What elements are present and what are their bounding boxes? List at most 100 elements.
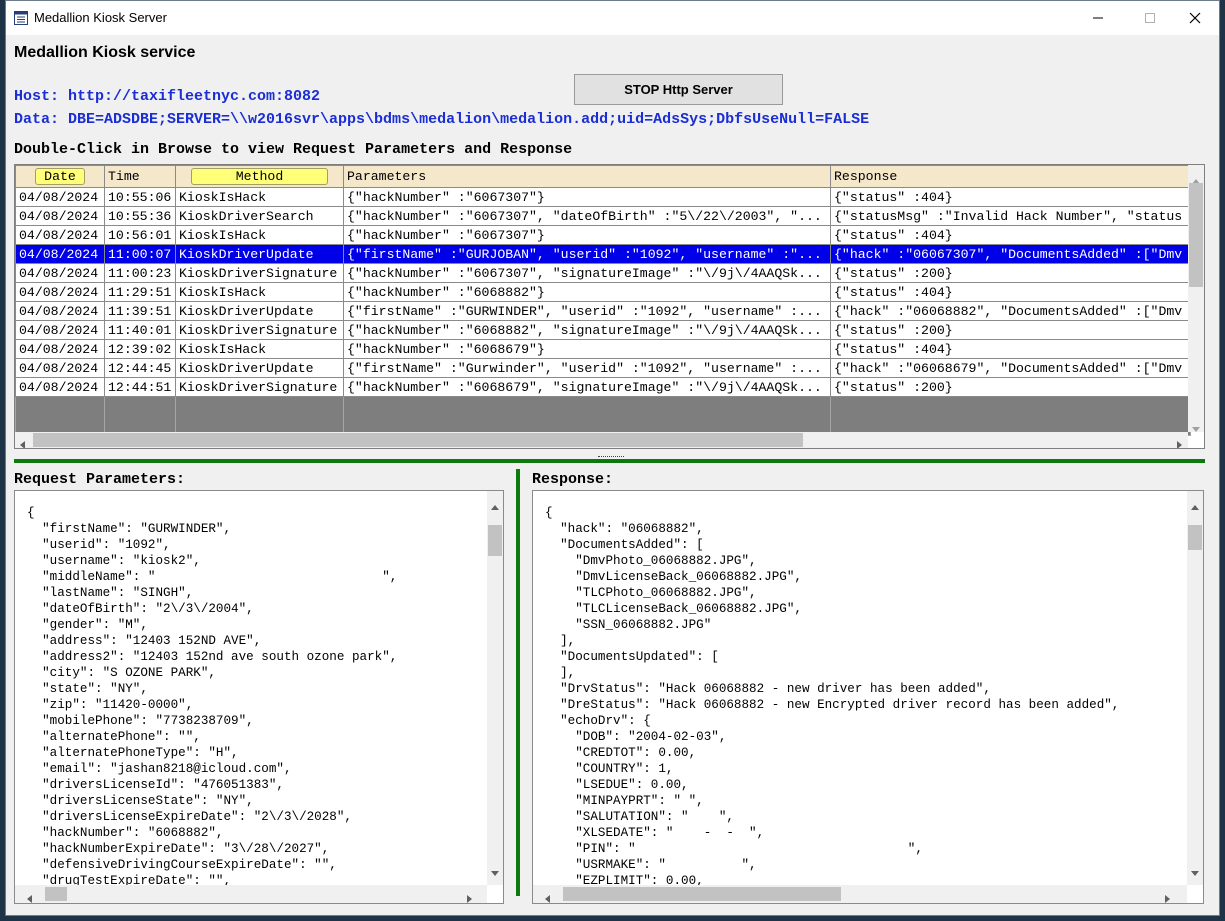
time-cell: 11:00:07 (104, 244, 176, 264)
log-row[interactable]: 04/08/2024 11:39:51 KioskDriverUpdate {"fir… (15, 301, 1191, 321)
request-horizontal-scrollbar[interactable] (15, 885, 487, 903)
log-row[interactable]: 04/08/2024 12:44:45 KioskDriverUpdate {"fir… (15, 358, 1191, 378)
method-cell: KioskIsHack (175, 187, 344, 207)
request-vertical-scrollbar[interactable] (487, 491, 503, 885)
sort-indicator: Date (35, 168, 85, 185)
title-bar[interactable]: Medallion Kiosk Server (6, 1, 1219, 35)
app-window: Medallion Kiosk Server Medallion Kiosk s… (5, 0, 1220, 916)
request-log-grid[interactable]: Date Time Method Parameters Response 04/… (14, 164, 1205, 449)
scroll-up-arrow-icon[interactable] (1191, 497, 1199, 515)
parameters-cell: {"hackNumber" :"6067307"} (343, 187, 831, 207)
time-cell: 12:44:51 (104, 377, 176, 397)
response-horizontal-scroll-thumb[interactable] (563, 887, 841, 901)
response-label: Response: (532, 471, 614, 488)
request-horizontal-scroll-thumb[interactable] (45, 887, 67, 901)
time-cell: 11:29:51 (104, 282, 176, 302)
method-cell: KioskDriverSignature (175, 263, 344, 283)
method-cell: KioskDriverUpdate (175, 358, 344, 378)
response-json-text: { "hack": "06068882", "DocumentsAdded": … (545, 506, 1120, 888)
scroll-down-arrow-icon[interactable] (491, 863, 499, 881)
request-parameters-label: Request Parameters: (14, 471, 186, 488)
date-cell: 04/08/2024 (15, 339, 105, 359)
response-cell: {"status" :404} (830, 282, 1191, 302)
date-cell: 04/08/2024 (15, 282, 105, 302)
column-header-parameters[interactable]: Parameters (343, 165, 831, 188)
vertical-splitter[interactable] (516, 469, 520, 896)
log-row[interactable]: 04/08/2024 11:00:23 KioskDriverSignature {"… (15, 263, 1191, 283)
scroll-up-arrow-icon[interactable] (491, 497, 499, 515)
response-cell: {"hack" :"06068882", "DocumentsAdded" :[… (830, 301, 1191, 321)
scroll-down-arrow-icon[interactable] (1192, 419, 1200, 437)
log-row[interactable]: 04/08/2024 11:00:07 KioskDriverUpdate {"fir… (15, 244, 1191, 264)
response-cell: {"status" :200} (830, 377, 1191, 397)
scroll-down-arrow-icon[interactable] (1191, 863, 1199, 881)
request-parameters-textbox[interactable]: { "firstName": "GURWINDER", "userid": "1… (14, 490, 504, 904)
parameters-cell: {"hackNumber" :"6067307"} (343, 225, 831, 245)
date-cell: 04/08/2024 (15, 377, 105, 397)
response-cell: {"statusMsg" :"Invalid Hack Number", "st… (830, 206, 1191, 226)
grid-vertical-scrollbar[interactable] (1188, 165, 1204, 432)
time-cell: 12:44:45 (104, 358, 176, 378)
parameters-cell: {"hackNumber" :"6067307", "signatureImag… (343, 263, 831, 283)
scroll-left-arrow-icon[interactable] (20, 436, 25, 448)
time-cell: 11:39:51 (104, 301, 176, 321)
response-cell: {"status" :404} (830, 225, 1191, 245)
response-vertical-scrollbar[interactable] (1187, 491, 1203, 885)
column-header-time[interactable]: Time (104, 165, 176, 188)
method-cell: KioskDriverUpdate (175, 301, 344, 321)
date-cell: 04/08/2024 (15, 358, 105, 378)
log-row[interactable]: 04/08/2024 11:40:01 KioskDriverSignature {"… (15, 320, 1191, 340)
splitter-grip-icon[interactable] (598, 456, 624, 462)
column-header-method[interactable]: Method (175, 165, 344, 188)
column-header-date[interactable]: Date (15, 165, 105, 188)
date-cell: 04/08/2024 (15, 301, 105, 321)
scroll-right-arrow-icon[interactable] (1177, 436, 1182, 448)
log-row[interactable]: 04/08/2024 10:55:36 KioskDriverSearch {"hac… (15, 206, 1191, 226)
minimize-button[interactable] (1075, 1, 1121, 35)
log-row[interactable]: 04/08/2024 12:44:51 KioskDriverSignature {"… (15, 377, 1191, 397)
log-row[interactable]: 04/08/2024 12:39:02 KioskIsHack {"hackNumbe… (15, 339, 1191, 359)
maximize-icon (1145, 13, 1155, 23)
scroll-left-arrow-icon[interactable] (27, 890, 32, 903)
log-row[interactable]: 04/08/2024 10:55:06 KioskIsHack {"hackNumbe… (15, 187, 1191, 207)
app-list-icon (14, 11, 28, 25)
parameters-cell: {"hackNumber" :"6067307", "dateOfBirth" … (343, 206, 831, 226)
method-cell: KioskDriverSignature (175, 377, 344, 397)
maximize-button[interactable] (1127, 1, 1173, 35)
method-cell: KioskDriverSignature (175, 320, 344, 340)
response-vertical-scroll-thumb[interactable] (1188, 525, 1202, 550)
date-cell: 04/08/2024 (15, 225, 105, 245)
close-button[interactable] (1172, 1, 1218, 35)
host-url-text: Host: http://taxifleetnyc.com:8082 (14, 88, 321, 105)
date-cell: 04/08/2024 (15, 206, 105, 226)
column-header-response[interactable]: Response (830, 165, 1191, 188)
stop-http-server-button[interactable]: STOP Http Server (574, 74, 783, 105)
scroll-left-arrow-icon[interactable] (545, 890, 550, 903)
response-cell: {"status" :200} (830, 320, 1191, 340)
grid-vertical-scroll-thumb[interactable] (1189, 183, 1203, 287)
date-cell: 04/08/2024 (15, 187, 105, 207)
method-cell: KioskDriverSearch (175, 206, 344, 226)
response-horizontal-scrollbar[interactable] (533, 885, 1187, 903)
method-cell: KioskIsHack (175, 282, 344, 302)
log-row[interactable]: 04/08/2024 11:29:51 KioskIsHack {"hackNumbe… (15, 282, 1191, 302)
scroll-right-arrow-icon[interactable] (1165, 890, 1170, 903)
parameters-cell: {"hackNumber" :"6068882"} (343, 282, 831, 302)
time-cell: 10:55:36 (104, 206, 176, 226)
data-connection-text: Data: DBE=ADSDBE;SERVER=\\w2016svr\apps\… (14, 111, 870, 128)
parameters-cell: {"hackNumber" :"6068679", "signatureImag… (343, 377, 831, 397)
response-cell: {"status" :404} (830, 339, 1191, 359)
time-cell: 11:40:01 (104, 320, 176, 340)
grid-horizontal-scrollbar[interactable] (15, 432, 1188, 448)
method-cell: KioskIsHack (175, 225, 344, 245)
log-row[interactable]: 04/08/2024 10:56:01 KioskIsHack {"hackNumbe… (15, 225, 1191, 245)
grid-horizontal-scroll-thumb[interactable] (33, 433, 803, 447)
close-icon (1189, 12, 1201, 24)
minimize-icon (1093, 17, 1103, 19)
scroll-right-arrow-icon[interactable] (467, 890, 472, 903)
time-cell: 10:56:01 (104, 225, 176, 245)
parameters-cell: {"firstName" :"GURJOBAN", "userid" :"109… (343, 244, 831, 264)
request-vertical-scroll-thumb[interactable] (488, 525, 502, 556)
response-textbox[interactable]: { "hack": "06068882", "DocumentsAdded": … (532, 490, 1204, 904)
response-cell: {"hack" :"06068679", "DocumentsAdded" :[… (830, 358, 1191, 378)
